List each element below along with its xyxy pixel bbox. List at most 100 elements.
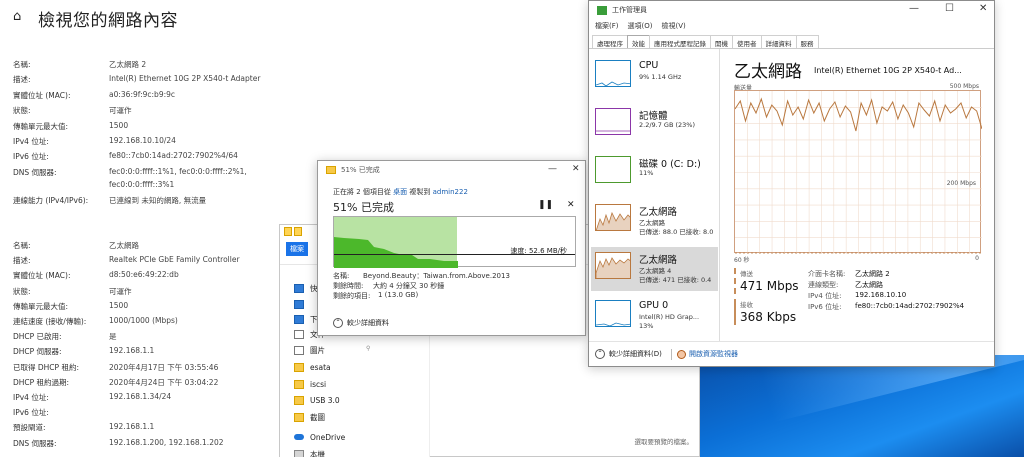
resource-item[interactable]: 乙太網路 乙太網路 4 已傳送: 471 已接收: 0.4: [591, 247, 718, 291]
home-icon[interactable]: ⌂: [13, 9, 21, 24]
minimize-icon[interactable]: —: [548, 164, 557, 174]
open-resource-monitor-link[interactable]: 開啟資源監視器: [677, 349, 738, 359]
file-copy-dialog: 51% 已完成 — ✕ 正在將 2 個項目從 桌面 複製到 admin222 5…: [317, 160, 586, 336]
property-row: IPv6 位址: fe80::7cb0:14ad:2702:7902%4/64: [13, 151, 343, 165]
resource-item[interactable]: CPU 9% 1.14 GHz: [591, 55, 718, 99]
resource-detail: 2.2/9.7 GB (23%): [639, 121, 696, 129]
tab-file[interactable]: 檔案: [286, 242, 308, 256]
stop-icon[interactable]: ✕: [567, 200, 575, 210]
menu-item[interactable]: 檢視(V): [661, 21, 685, 31]
nav-item[interactable]: 截圖: [294, 410, 325, 424]
property-key: 傳輸單元最大值:: [13, 301, 69, 311]
nav-item[interactable]: USB 3.0: [294, 393, 340, 407]
name-label: 名稱:: [333, 272, 350, 280]
resource-name: GPU 0: [639, 300, 669, 311]
send-value: 471 Mbps: [740, 279, 799, 293]
nav-item[interactable]: OneDrive: [294, 430, 345, 444]
resource-monitor-label: 開啟資源監視器: [689, 350, 738, 358]
dns-server-continued: fec0:0:0:ffff::3%1: [109, 180, 175, 189]
menu-item[interactable]: 檔案(F): [595, 21, 619, 31]
nav-item[interactable]: 下⚲: [294, 312, 370, 326]
less-details-button[interactable]: ⌃ 較少詳細資料(D): [595, 349, 662, 359]
task-manager-icon: [597, 5, 607, 15]
time-label: 剩餘時間:: [333, 282, 364, 290]
mini-graph: [595, 300, 631, 327]
task-manager-footer: ⌃ 較少詳細資料(D) 開啟資源監視器: [589, 341, 994, 367]
property-key: DNS 伺服器:: [13, 438, 57, 448]
this-pc-icon: [294, 449, 304, 457]
tab-item[interactable]: 服務: [795, 35, 819, 48]
property-value: 1500: [109, 300, 129, 310]
items-row: 剩餘的項目: 1 (13.0 GB): [333, 291, 418, 301]
nav-item[interactable]: iscsi: [294, 377, 326, 391]
property-value: Realtek PCIe GbE Family Controller: [109, 255, 240, 265]
property-key: 狀態:: [13, 286, 31, 296]
resource-detail: Intel(R) HD Grap...: [639, 313, 700, 321]
nav-item[interactable]: 快: [294, 281, 318, 295]
receive-indicator: [734, 299, 736, 325]
detail-value: 乙太網路: [855, 281, 883, 289]
property-key: IPv6 位址:: [13, 408, 49, 418]
tab-item[interactable]: 處理程序: [592, 35, 628, 48]
resource-usage: 已傳送: 88.0 已接收: 8.0: [639, 228, 714, 236]
axis-zero: 0: [975, 255, 979, 262]
resource-item[interactable]: GPU 0 Intel(R) HD Grap... 13%: [591, 295, 718, 339]
property-key: DNS 伺服器:: [13, 167, 57, 177]
close-icon[interactable]: ✕: [979, 3, 987, 14]
property-key: IPv6 位址:: [13, 152, 49, 162]
property-value: Intel(R) Ethernet 10G 2P X540-t Adapter: [109, 74, 261, 84]
maximize-icon[interactable]: ☐: [945, 3, 954, 14]
tab-item[interactable]: 應用程式歷程記錄: [649, 35, 711, 48]
mini-graph: [595, 252, 631, 279]
axis-max: 500 Mbps: [949, 83, 979, 90]
properties-icon[interactable]: [294, 227, 302, 236]
speed-curve: [334, 237, 458, 268]
pin-icon[interactable]: ⚲: [366, 345, 370, 352]
pause-icon[interactable]: ❚❚: [538, 200, 553, 210]
property-key: 描述:: [13, 256, 31, 266]
nav-item[interactable]: ⚲: [294, 297, 370, 311]
source-link[interactable]: 桌面: [393, 188, 407, 196]
tab-item[interactable]: 開機: [710, 35, 733, 48]
property-value: 2020年4月24日 下午 03:04:22: [109, 377, 219, 387]
less-details-button[interactable]: ⌃ 較少詳細資料: [333, 318, 389, 328]
page-title: 檢視您的網路內容: [38, 11, 178, 31]
destination-link[interactable]: admin222: [433, 188, 468, 196]
detail-value: 192.168.10.10: [855, 291, 907, 299]
less-details-label: 較少詳細資料(D): [609, 350, 662, 358]
mini-graph: [595, 204, 631, 231]
property-key: 名稱:: [13, 60, 31, 69]
tab-item[interactable]: 詳細資料: [760, 35, 797, 48]
tab-performance[interactable]: 效能: [627, 35, 650, 48]
property-key: DHCP 租約過期:: [13, 377, 70, 387]
task-manager-window: 工作管理員 — ☐ ✕ 檔案(F) 選項(O) 檢視(V) 處理程序 效能 應用程式歷程…: [588, 0, 995, 367]
close-icon[interactable]: ✕: [572, 164, 580, 174]
mini-graph: [595, 156, 631, 183]
nav-item[interactable]: 圖片 ⚲: [294, 343, 370, 357]
nav-item[interactable]: 本機: [294, 447, 325, 457]
property-value: 可運作: [109, 286, 132, 296]
resource-item[interactable]: 磁碟 0 (C: D:) 11%: [591, 151, 718, 195]
resource-item[interactable]: 乙太網路 乙太網路 已傳送: 88.0 已接收: 8.0: [591, 199, 718, 243]
property-value: 1500: [109, 120, 129, 130]
detail-key: 連線類型:: [808, 281, 839, 289]
resource-item[interactable]: 記憶體 2.2/9.7 GB (23%): [591, 103, 718, 147]
folder-icon[interactable]: [284, 227, 292, 236]
property-row: 實體位址 (MAC): a0:36:9f:9c:b9:9c: [13, 90, 343, 104]
copy-prefix: 正在將 2 個項目從: [333, 188, 391, 196]
property-key: IPv4 位址:: [13, 137, 49, 146]
nav-item[interactable]: esata: [294, 360, 331, 374]
tab-item[interactable]: 使用者: [732, 35, 762, 48]
menu-item[interactable]: 選項(O): [628, 21, 653, 31]
resource-detail: 11%: [639, 169, 654, 177]
property-key: 描述:: [13, 75, 31, 85]
copy-dialog-title: 51% 已完成: [341, 166, 380, 174]
property-key: 實體位址 (MAC):: [13, 271, 71, 281]
speed-label: 速度: 52.6 MB/秒: [510, 247, 567, 255]
onedrive-icon: [294, 434, 304, 440]
minimize-icon[interactable]: —: [909, 3, 919, 14]
detail-row: 介面卡名稱: 乙太網路 2: [808, 269, 890, 279]
detail-value: fe80::7cb0:14ad:2702:7902%4: [855, 302, 965, 310]
transfer-speed-graph: 速度: 52.6 MB/秒: [333, 216, 576, 268]
resource-name: 磁碟 0 (C: D:): [639, 159, 701, 170]
